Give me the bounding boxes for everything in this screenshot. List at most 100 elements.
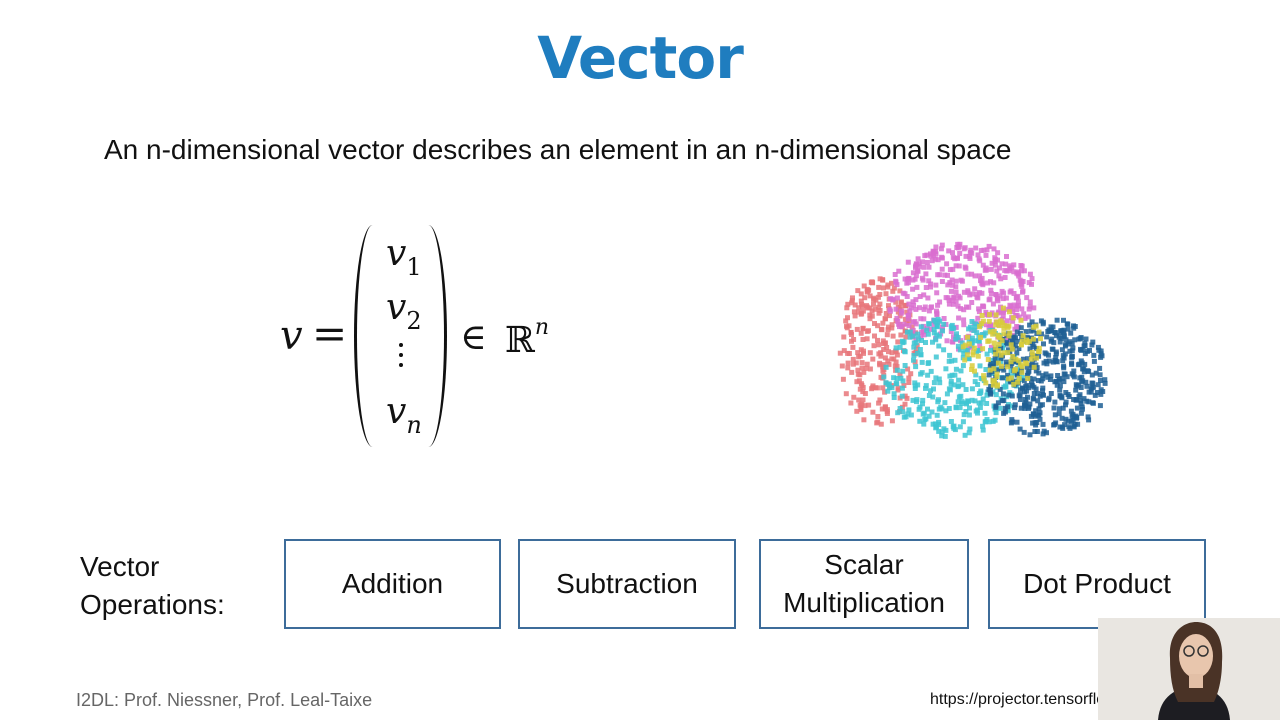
- scatter-point: [1014, 329, 1020, 335]
- scatter-point: [1028, 356, 1034, 362]
- scatter-point: [956, 315, 962, 321]
- scatter-point: [880, 320, 886, 326]
- scatter-point: [872, 321, 877, 326]
- scatter-point: [1092, 392, 1098, 398]
- scatter-point: [962, 357, 968, 363]
- scatter-point: [875, 414, 881, 419]
- scatter-point: [1089, 342, 1095, 348]
- scatter-point: [1086, 417, 1092, 423]
- scatter-point: [858, 291, 864, 297]
- scatter-point: [1057, 424, 1063, 430]
- scatter-point: [958, 306, 964, 312]
- scatter-point: [935, 272, 941, 278]
- scatter-point: [1040, 321, 1046, 327]
- scatter-point: [843, 318, 849, 324]
- scatter-point: [1059, 415, 1065, 421]
- scatter-point: [974, 291, 980, 297]
- scatter-point: [871, 343, 877, 349]
- scatter-point: [969, 386, 975, 392]
- scatter-point: [984, 351, 990, 357]
- scatter-point: [1000, 375, 1006, 381]
- scatter-point: [1013, 356, 1019, 362]
- scatter-point: [858, 298, 864, 304]
- scatter-point: [941, 426, 947, 432]
- footer-credit: I2DL: Prof. Niessner, Prof. Leal-Taixe: [76, 690, 373, 710]
- scatter-point: [969, 250, 975, 256]
- scatter-point: [983, 330, 989, 336]
- scatter-point: [848, 400, 854, 406]
- scatter-point: [1008, 359, 1014, 365]
- scatter-point: [1074, 405, 1080, 411]
- scatter-point: [1059, 347, 1065, 353]
- scatter-point: [884, 345, 890, 350]
- scatter-point: [985, 338, 991, 344]
- scatter-point: [929, 258, 935, 264]
- scatter-point: [845, 365, 851, 371]
- scatter-point: [1081, 343, 1087, 349]
- scatter-point: [985, 357, 991, 362]
- scatter-point: [966, 430, 972, 436]
- scatter-point: [957, 424, 963, 430]
- scatter-point: [876, 342, 882, 348]
- scatter-point: [926, 360, 932, 366]
- scatter-point: [878, 350, 884, 356]
- scatter-point: [937, 318, 943, 324]
- scatter-point: [982, 410, 988, 416]
- operation-box-scalar-multiplication: Scalar Multiplication: [759, 539, 969, 629]
- scatter-point: [1089, 372, 1095, 378]
- scatter-point: [1001, 410, 1007, 416]
- scatter-point: [1024, 383, 1030, 388]
- scatter-point: [1031, 411, 1036, 417]
- scatter-point: [869, 308, 875, 314]
- scatter-point: [958, 368, 964, 374]
- scatter-point: [979, 313, 985, 318]
- scatter-point: [1017, 426, 1023, 432]
- scatter-point: [1011, 302, 1017, 308]
- scatter-point: [1003, 359, 1009, 365]
- scatter-point: [845, 360, 851, 366]
- scatter-point: [876, 400, 882, 406]
- scatter-point: [915, 256, 921, 262]
- scatter-point: [926, 278, 932, 284]
- scatter-point: [893, 345, 899, 351]
- scatter-point: [1005, 376, 1011, 382]
- scatter-point: [1006, 309, 1012, 315]
- scatter-point: [934, 311, 940, 317]
- scatter-point: [887, 308, 893, 314]
- scatter-point: [1054, 333, 1059, 339]
- scatter-point: [918, 324, 924, 330]
- scatter-point: [1046, 328, 1052, 334]
- scatter-point: [1046, 352, 1051, 358]
- scatter-point: [1041, 341, 1046, 347]
- scatter-point: [895, 410, 901, 416]
- scatter-point: [1063, 337, 1069, 343]
- scatter-point: [884, 332, 890, 338]
- scatter-point: [969, 335, 975, 341]
- scatter-point: [919, 338, 924, 343]
- scatter-point: [957, 251, 963, 256]
- scatter-point: [1001, 325, 1007, 331]
- scatter-point: [902, 363, 908, 368]
- scatter-point: [933, 244, 939, 250]
- scatter-point: [996, 273, 1002, 279]
- scatter-point: [1018, 325, 1024, 331]
- scatter-point: [996, 334, 1002, 340]
- scatter-point: [1012, 402, 1018, 408]
- scatter-point: [1052, 399, 1058, 405]
- scatter-point: [870, 409, 876, 415]
- scatter-point: [894, 367, 900, 373]
- scatter-point: [936, 343, 942, 349]
- scatter-point: [1061, 317, 1066, 323]
- scatter-point: [1002, 405, 1008, 411]
- scatter-point: [910, 286, 916, 292]
- scatter-point: [919, 359, 925, 365]
- scatter-point: [993, 312, 999, 318]
- scatter-point: [1019, 283, 1025, 289]
- scatter-point: [963, 265, 969, 271]
- scatter-point: [1002, 275, 1008, 280]
- scatter-point: [1008, 420, 1014, 426]
- scatter-point: [1006, 323, 1012, 329]
- scatter-point: [998, 363, 1004, 369]
- scatter-point: [1071, 368, 1077, 374]
- scatter-point: [934, 324, 940, 330]
